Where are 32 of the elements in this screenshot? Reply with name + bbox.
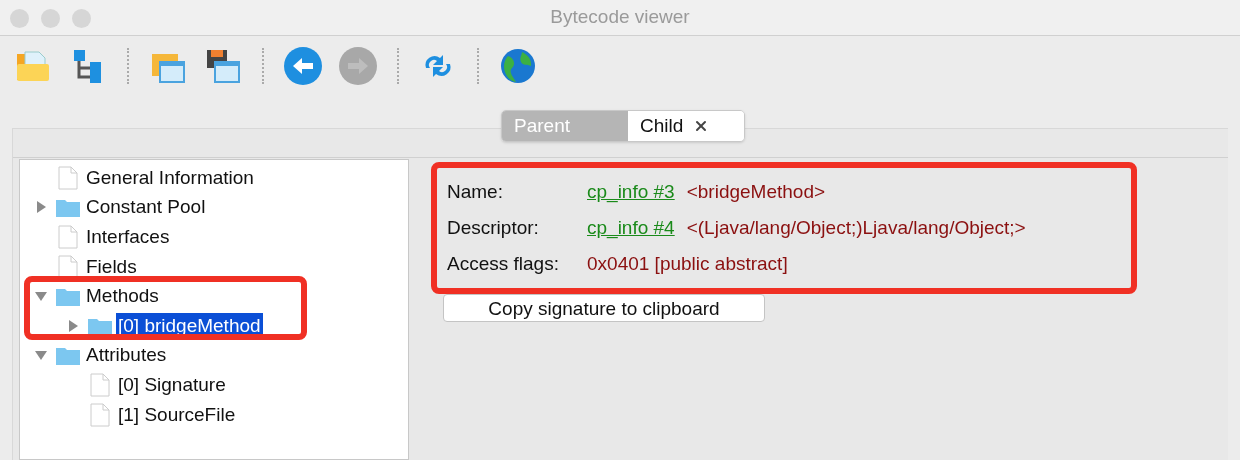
folder-icon <box>56 197 80 218</box>
tree-item[interactable]: Constant Pool <box>84 194 208 221</box>
tree-item[interactable]: Fields <box>84 253 139 280</box>
tree-item[interactable]: Methods <box>84 283 161 310</box>
cp-info-link[interactable]: cp_info #3 <box>587 177 675 207</box>
expanded-arrow-icon[interactable] <box>35 290 47 303</box>
field-value: <bridgeMethod> <box>686 179 826 204</box>
field-label: Descriptor: <box>447 215 540 240</box>
file-icon <box>90 372 110 397</box>
field-label: Access flags: <box>447 251 560 276</box>
file-icon <box>58 165 78 190</box>
file-icon <box>90 402 110 427</box>
field-value: <(Ljava/lang/Object;)Ljava/lang/Object;> <box>686 215 1026 240</box>
tab[interactable]: Child <box>628 111 744 141</box>
field-label: Name: <box>447 179 504 204</box>
tree-item[interactable]: [1] SourceFile <box>116 401 238 428</box>
tree-item[interactable]: [0] Signature <box>116 371 228 398</box>
collapsed-arrow-icon[interactable] <box>67 319 79 332</box>
window-title: Bytecode viewer <box>550 5 690 30</box>
cp-info-link[interactable]: cp_info #4 <box>587 213 675 243</box>
field-value: 0x0401 [public abstract] <box>587 251 788 276</box>
folder-icon <box>56 345 80 366</box>
folder-icon <box>56 286 80 307</box>
globe-icon[interactable] <box>498 46 538 86</box>
tree-item[interactable]: General Information <box>84 164 256 191</box>
collapsed-arrow-icon[interactable] <box>35 201 47 214</box>
tree-item[interactable]: Attributes <box>84 342 169 369</box>
file-icon <box>58 254 78 279</box>
tree-item[interactable]: Interfaces <box>84 224 172 250</box>
copy-signature-button[interactable]: Copy signature to clipboard <box>443 294 765 322</box>
file-icon <box>58 225 78 249</box>
expanded-arrow-icon[interactable] <box>35 349 47 362</box>
